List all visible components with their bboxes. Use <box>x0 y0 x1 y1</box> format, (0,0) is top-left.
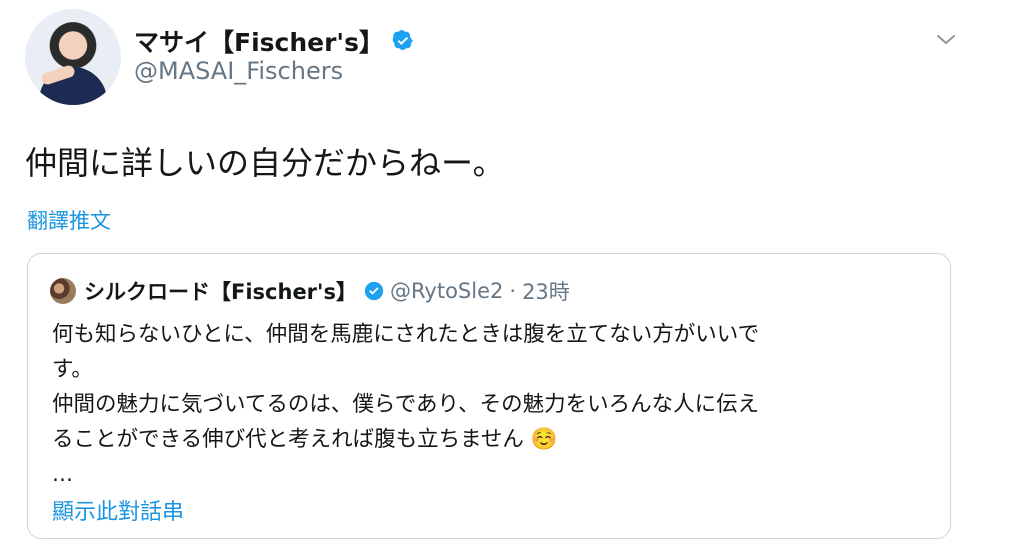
verified-badge-icon <box>364 281 384 301</box>
quoted-tweet-card[interactable]: シルクロード【Fischer's】 @RytoSle2 · 23時 何も知らない… <box>27 253 951 539</box>
tweet-text: 仲間に詳しいの自分だからねー。 <box>25 144 505 182</box>
quoted-tweet-ellipsis: … <box>52 462 73 486</box>
show-thread-link[interactable]: 顯示此對話串 <box>52 494 184 526</box>
quoted-tweet-line: ることができる伸び代と考えれば腹も立ちません ☺️ <box>52 427 558 452</box>
author-avatar[interactable] <box>25 9 121 105</box>
author-display-name[interactable]: マサイ【Fischer's】 <box>134 23 384 59</box>
quoted-tweet-line: 何も知らないひとに、仲間を馬鹿にされたときは腹を立てない方がいいで <box>52 322 760 347</box>
quoted-author-display-name[interactable]: シルクロード【Fischer's】 <box>84 276 357 306</box>
quoted-author-avatar[interactable] <box>50 278 76 304</box>
author-handle[interactable]: @MASAI_Fischers <box>134 57 343 85</box>
quoted-tweet-body: 何も知らないひとに、仲間を馬鹿にされたときは腹を立てない方がいいで す。 仲間の… <box>52 317 932 457</box>
translate-tweet-link[interactable]: 翻譯推文 <box>27 205 111 235</box>
author-display-name-row[interactable]: マサイ【Fischer's】 <box>134 23 414 59</box>
quoted-author-handle[interactable]: @RytoSle2 <box>390 279 503 303</box>
chevron-down-icon[interactable] <box>934 32 958 48</box>
quoted-tweet-header: シルクロード【Fischer's】 @RytoSle2 · 23時 <box>50 276 570 306</box>
quoted-tweet-line: 仲間の魅力に気づいてるのは、僕らであり、その魅力をいろんな人に伝え <box>52 392 760 417</box>
verified-badge-icon <box>392 30 413 51</box>
meta-separator: · <box>509 279 517 303</box>
quoted-tweet-line: す。 <box>52 357 93 382</box>
quoted-tweet-time[interactable]: 23時 <box>522 276 570 306</box>
